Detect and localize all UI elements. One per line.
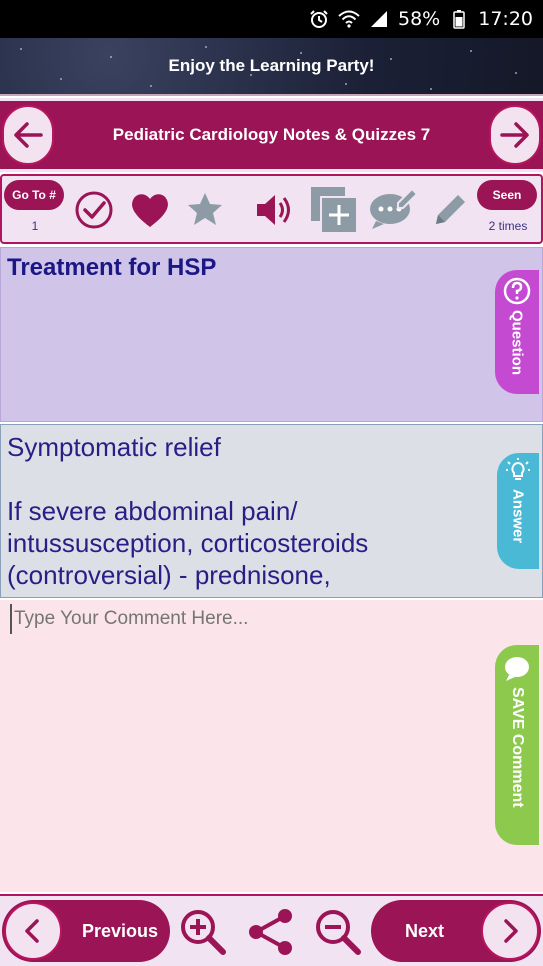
- comment-panel: [0, 600, 543, 892]
- battery-icon: [448, 8, 470, 30]
- answer-panel: Symptomatic relief If severe abdominal p…: [0, 424, 543, 598]
- zoom-out-icon[interactable]: [312, 906, 364, 958]
- back-button[interactable]: [2, 105, 54, 165]
- status-bar: 58% 17:20: [0, 0, 543, 38]
- question-tab[interactable]: Question: [495, 270, 539, 394]
- arrow-right-icon: [500, 122, 529, 148]
- speech-bubble-icon: [505, 657, 529, 681]
- seen-label: Seen: [477, 180, 537, 210]
- signal-icon: [368, 8, 390, 30]
- share-icon[interactable]: [245, 906, 297, 958]
- add-copy-icon[interactable]: [308, 184, 360, 236]
- question-text: Treatment for HSP: [7, 254, 217, 281]
- seen-value: 2 times: [488, 219, 528, 233]
- star-icon[interactable]: [183, 188, 227, 232]
- pencil-icon[interactable]: [428, 188, 472, 232]
- clock: 17:20: [478, 8, 533, 30]
- question-tab-label: Question: [508, 310, 526, 376]
- answer-tab[interactable]: Answer: [497, 453, 539, 569]
- goto-button[interactable]: Go To # 1: [4, 180, 66, 242]
- lightbulb-icon: [506, 458, 530, 480]
- banner-title: Enjoy the Learning Party!: [168, 56, 375, 75]
- seen-indicator: Seen 2 times: [477, 180, 539, 242]
- question-panel: Treatment for HSP: [0, 247, 543, 422]
- next-circle: [481, 902, 539, 960]
- toolbar: Go To # 1 Seen 2 times: [0, 174, 543, 244]
- battery-percent: 58%: [398, 8, 441, 30]
- goto-value: 1: [31, 219, 39, 233]
- bottom-bar: Previous Next: [0, 894, 543, 966]
- question-mark-icon: [503, 277, 531, 305]
- previous-button[interactable]: Previous: [2, 900, 170, 962]
- check-icon[interactable]: [72, 188, 116, 232]
- save-comment-button[interactable]: SAVE Comment: [495, 645, 539, 845]
- comment-input[interactable]: [10, 604, 480, 634]
- previous-label: Previous: [82, 920, 159, 941]
- next-label: Next: [405, 920, 445, 941]
- header: Pediatric Cardiology Notes & Quizzes 7: [0, 98, 543, 172]
- wifi-icon: [338, 8, 360, 30]
- banner: Enjoy the Learning Party!: [0, 38, 543, 96]
- next-button[interactable]: Next: [371, 900, 541, 962]
- answer-tab-label: Answer: [509, 489, 527, 544]
- speaker-icon[interactable]: [252, 188, 296, 232]
- comment-edit-icon[interactable]: [368, 186, 418, 230]
- answer-text: Symptomatic relief If severe abdominal p…: [7, 432, 369, 597]
- header-bar: Pediatric Cardiology Notes & Quizzes 7: [0, 101, 543, 169]
- chevron-left-icon: [25, 919, 39, 943]
- save-comment-label: SAVE Comment: [509, 687, 526, 808]
- zoom-in-icon[interactable]: [177, 906, 229, 958]
- forward-button[interactable]: [489, 105, 541, 165]
- heart-icon[interactable]: [128, 188, 172, 232]
- chevron-right-icon: [504, 919, 518, 943]
- alarm-icon: [308, 8, 330, 30]
- page-title: Pediatric Cardiology Notes & Quizzes 7: [112, 125, 431, 144]
- goto-label: Go To #: [4, 180, 64, 210]
- previous-circle: [4, 902, 62, 960]
- arrow-left-icon: [14, 122, 43, 148]
